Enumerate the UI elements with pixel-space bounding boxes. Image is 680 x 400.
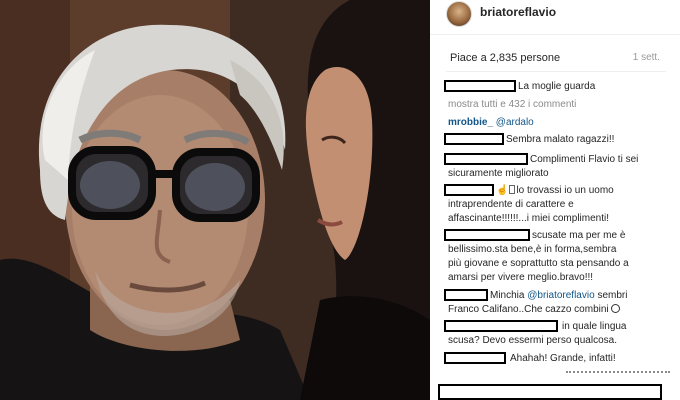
redacted-username [444,320,558,332]
comment-0: mrobbie_ @ardalo [448,116,534,130]
comment-7-text: Ahahah! Grande, infatti! [510,353,616,364]
caption-text: La moglie guarda [518,81,596,92]
profile-avatar[interactable] [446,1,472,27]
comment-3-line2: intraprendente di carattere e [448,199,574,210]
pointing-hand-icon: ☝ [496,185,509,196]
redacted-username [444,133,504,145]
comment-3-line3: affascinante!!!!!!...i miei complimenti! [448,213,609,224]
post-timestamp[interactable]: 1 sett. [633,52,660,63]
sad-face-icon [611,304,621,313]
comment-6-line1: in quale lingua [562,321,627,332]
redacted-username [444,229,530,241]
cut-off-comment-line [566,371,670,376]
view-all-comments-link[interactable]: mostra tutti e 432 i commenti [448,98,576,112]
comment-4-line1: scusate ma per me è [532,230,626,241]
redacted-username [444,184,494,196]
redacted-username [444,153,528,165]
comment-input[interactable] [438,384,662,400]
comment-5-line1: Minchia @briatoreflavio sembri [490,290,628,301]
post-username[interactable]: briatoreflavio [480,5,556,19]
comment-4-line2: bellissimo.sta bene,è in forma,sembra [448,244,617,255]
comment-mention[interactable]: @briatoreflavio [527,290,594,301]
comment-6-line2: scusa? Devo essermi perso qualcosa. [448,335,617,346]
redacted-username [444,289,488,301]
redacted-username [444,352,506,364]
photo-illustration [0,0,430,400]
likes-divider [446,71,666,72]
comment-mention[interactable]: @ardalo [496,117,534,128]
likes-count[interactable]: Piace a 2,835 persone [450,52,560,64]
comment-4-line4: amarsi per vivere meglio.bravo!!! [448,272,594,283]
post-header: briatoreflavio [430,0,680,35]
redacted-username [444,80,516,92]
comment-author[interactable]: mrobbie_ [448,117,493,128]
comment-2-line1: Complimenti Flavio ti sei [530,154,639,165]
comment-5-line2: Franco Califano..Che cazzo combini [448,303,621,317]
comment-3-line1: ☝ lo trovassi io un uomo [496,185,614,196]
comment-2-line2: sicuramente migliorato [448,168,549,179]
comment-1-text: Sembra malato ragazzi!! [506,134,615,145]
comment-4-line3: più giovane e soprattutto sta pensando a [448,258,629,269]
post-photo[interactable] [0,0,430,400]
missing-glyph-icon [509,185,516,194]
